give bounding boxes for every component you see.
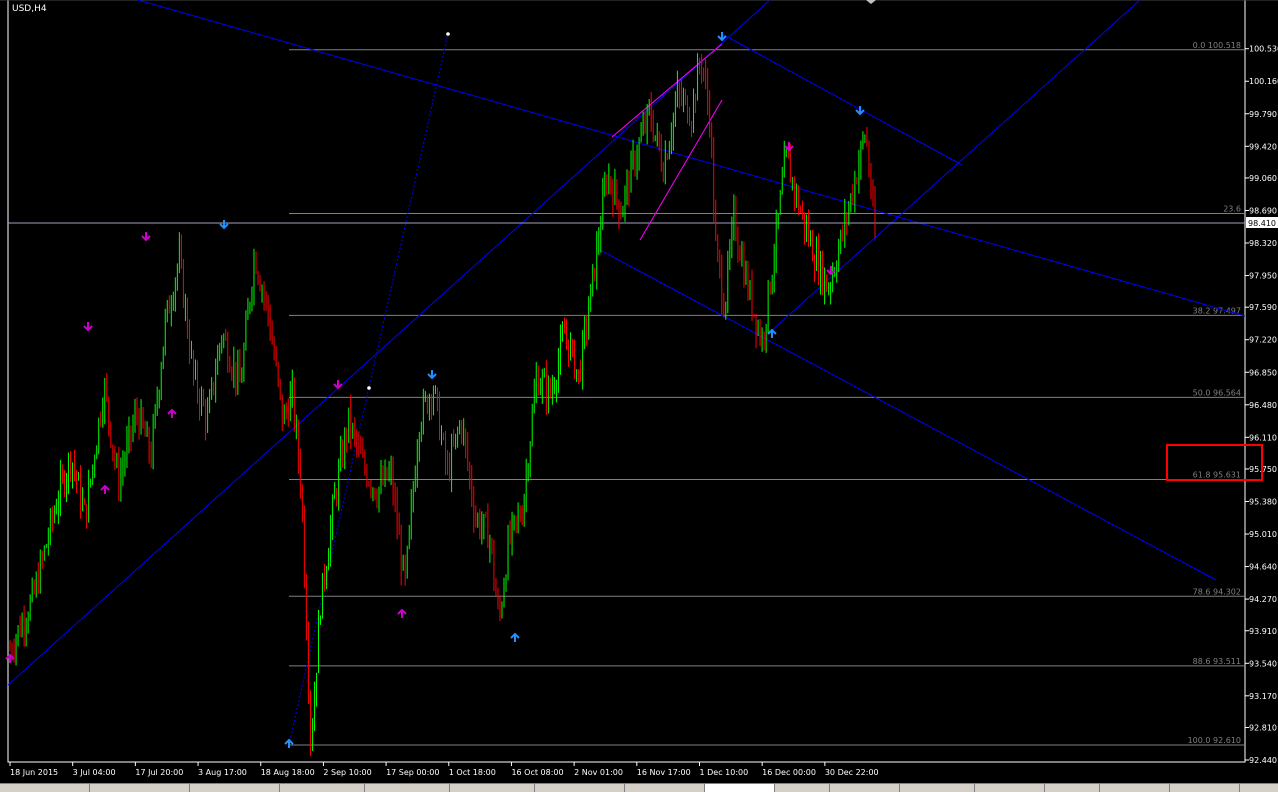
time-tick-label: 3 Jul 04:00: [73, 768, 116, 777]
price-tick-label: 95.010: [1249, 530, 1277, 539]
fractal-down-arrow-icon: [333, 380, 343, 390]
time-tick-label: 3 Aug 17:00: [198, 768, 247, 777]
fib-anchor-handle-top[interactable]: [446, 32, 450, 36]
price-tick-label: 92.810: [1249, 723, 1277, 732]
fib-level-label: 88.6 93.511: [1193, 657, 1241, 666]
time-tick-label: 16 Dec 00:00: [762, 768, 816, 777]
time-tick-label: 16 Oct 08:00: [511, 768, 563, 777]
price-tick-label: 97.950: [1249, 272, 1277, 281]
price-tick-label: 93.540: [1249, 659, 1277, 668]
price-tick-label: 98.690: [1249, 206, 1277, 215]
price-tick-label: 93.170: [1249, 692, 1277, 701]
fractal-up-arrow-icon: [767, 328, 777, 338]
fib-level-label: 100.0 92.610: [1188, 736, 1241, 745]
scroll-marker-icon[interactable]: [866, 0, 876, 4]
fractal-down-arrow-icon: [826, 266, 836, 276]
fib-level-label: 23.6: [1223, 205, 1241, 214]
price-tick-label: 99.790: [1249, 110, 1277, 119]
wedge-upper-line[interactable]: [611, 43, 723, 138]
symbol-timeframe-label: USD,H4: [12, 4, 47, 14]
fractal-up-arrow-icon: [167, 408, 177, 418]
price-tick-label: 93.910: [1249, 627, 1277, 636]
price-axis: 100.530 100.160 99.790 99.420 99.060 98.690 98…: [1245, 45, 1278, 765]
fractal-down-arrow-icon: [219, 220, 229, 230]
time-tick-label: 2 Sep 10:00: [323, 768, 371, 777]
top-resistance-line[interactable]: [721, 33, 963, 166]
price-chart[interactable]: 0.0 100.51823.638.2 97.49750.0 96.56461.…: [0, 0, 1278, 783]
time-tick-label: 18 Jun 2015: [10, 768, 58, 777]
price-tick-label: 94.270: [1249, 595, 1277, 604]
time-tick-label: 16 Nov 17:00: [637, 768, 691, 777]
fractal-up-arrow-icon: [284, 738, 294, 748]
time-tick-label: 18 Aug 18:00: [261, 768, 315, 777]
price-tick-label: 100.530: [1249, 45, 1278, 54]
fib-level-label: 78.6 94.302: [1193, 587, 1241, 596]
fractal-down-arrow-icon: [717, 32, 727, 42]
price-tick-label: 96.480: [1249, 401, 1277, 410]
fib-level-label: 61.8 95.631: [1193, 470, 1241, 479]
fib-anchor-handle-mid[interactable]: [367, 386, 371, 390]
fractal-up-arrow-icon: [510, 632, 520, 642]
fractal-down-arrow-icon: [427, 370, 437, 380]
fractal-down-arrow-icon: [83, 322, 93, 332]
fractal-up-arrow-icon: [100, 484, 110, 494]
time-tick-label: 30 Dec 22:00: [825, 768, 879, 777]
fib-level-label: 50.0 96.564: [1193, 388, 1241, 397]
time-tick-label: 17 Jul 20:00: [135, 768, 183, 777]
fractal-up-arrow-icon: [397, 608, 407, 618]
price-tick-label: 99.420: [1249, 142, 1277, 151]
fractal-down-arrow-icon: [141, 232, 151, 242]
time-tick-label: 1 Dec 10:00: [699, 768, 748, 777]
price-tick-label: 96.850: [1249, 368, 1277, 377]
price-tick-label: 100.160: [1249, 77, 1278, 86]
price-tick-label: 97.220: [1249, 336, 1277, 345]
price-tick-label: 98.320: [1249, 239, 1277, 248]
price-tick-label: 99.060: [1249, 174, 1277, 183]
candlesticks: [9, 53, 876, 756]
ascending-channel-line[interactable]: [7, 0, 771, 686]
price-tick-label: 92.440: [1249, 756, 1277, 765]
time-tick-label: 17 Sep 00:00: [386, 768, 439, 777]
current-price-label: 98.410: [1248, 219, 1276, 228]
fractal-down-arrow-icon: [855, 106, 865, 116]
time-tick-label: 1 Oct 18:00: [449, 768, 496, 777]
fractal-up-arrow-icon: [5, 653, 15, 663]
price-tick-label: 96.110: [1249, 433, 1277, 442]
time-tick-label: 2 Nov 01:00: [574, 768, 623, 777]
price-tick-label: 95.380: [1249, 498, 1277, 507]
fibonacci-levels: 0.0 100.51823.638.2 97.49750.0 96.56461.…: [289, 41, 1245, 746]
time-axis: 18 Jun 2015 3 Jul 04:00 17 Jul 20:00 3 Aug …: [9, 762, 879, 777]
price-tick-label: 94.640: [1249, 563, 1277, 572]
fib-level-label: 0.0 100.518: [1193, 41, 1241, 50]
price-tick-label: 97.590: [1249, 303, 1277, 312]
descending-channel-lower-line[interactable]: [599, 249, 1217, 581]
descending-channel-upper-line[interactable]: [137, 0, 1246, 317]
